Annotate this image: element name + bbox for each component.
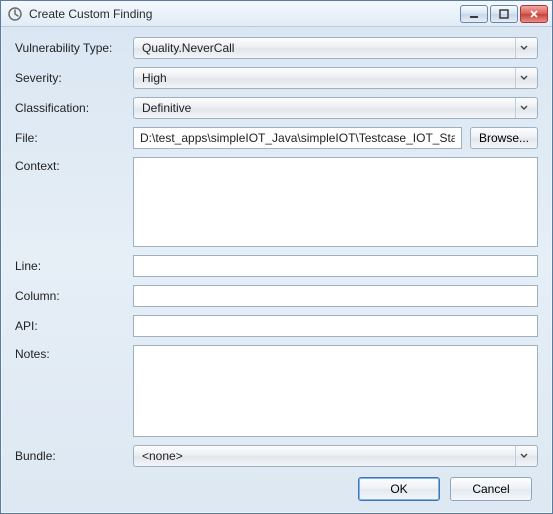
severity-dropdown[interactable]: High — [133, 67, 538, 89]
classification-dropdown[interactable]: Definitive — [133, 97, 538, 119]
label-notes: Notes: — [15, 345, 125, 361]
chevron-down-icon — [515, 38, 531, 58]
cancel-button[interactable]: Cancel — [450, 477, 532, 501]
file-input[interactable] — [133, 127, 462, 149]
minimize-button[interactable] — [460, 5, 488, 23]
column-input[interactable] — [133, 285, 538, 307]
bundle-dropdown[interactable]: <none> — [133, 445, 538, 467]
line-input[interactable] — [133, 255, 538, 277]
label-file: File: — [15, 131, 125, 145]
context-textarea[interactable] — [134, 158, 537, 246]
chevron-down-icon — [515, 446, 531, 466]
close-button[interactable] — [520, 5, 548, 23]
browse-button[interactable]: Browse... — [470, 127, 538, 149]
chevron-down-icon — [515, 98, 531, 118]
dialog-client: Vulnerability Type: Quality.NeverCall Se… — [1, 27, 552, 513]
dialog-window: Create Custom Finding Vulnerability Type… — [0, 0, 553, 514]
label-severity: Severity: — [15, 71, 125, 85]
vulnerability-type-dropdown[interactable]: Quality.NeverCall — [133, 37, 538, 59]
form-grid: Vulnerability Type: Quality.NeverCall Se… — [15, 37, 538, 467]
api-input[interactable] — [133, 315, 538, 337]
classification-value: Definitive — [142, 101, 511, 115]
chevron-down-icon — [515, 68, 531, 88]
label-api: API: — [15, 319, 125, 333]
window-title: Create Custom Finding — [29, 7, 454, 21]
titlebar: Create Custom Finding — [1, 1, 552, 27]
label-classification: Classification: — [15, 101, 125, 115]
label-column: Column: — [15, 289, 125, 303]
label-bundle: Bundle: — [15, 449, 125, 463]
app-icon — [7, 6, 23, 22]
severity-value: High — [142, 71, 511, 85]
notes-textarea[interactable] — [134, 346, 537, 436]
notes-field-wrap — [133, 345, 538, 437]
label-line: Line: — [15, 259, 125, 273]
ok-button[interactable]: OK — [358, 477, 440, 501]
context-field-wrap — [133, 157, 538, 247]
maximize-button[interactable] — [490, 5, 518, 23]
vulnerability-type-value: Quality.NeverCall — [142, 41, 511, 55]
dialog-footer: OK Cancel — [15, 477, 538, 501]
label-vulnerability-type: Vulnerability Type: — [15, 41, 125, 55]
label-context: Context: — [15, 157, 125, 173]
bundle-value: <none> — [142, 449, 511, 463]
window-controls — [460, 5, 548, 23]
